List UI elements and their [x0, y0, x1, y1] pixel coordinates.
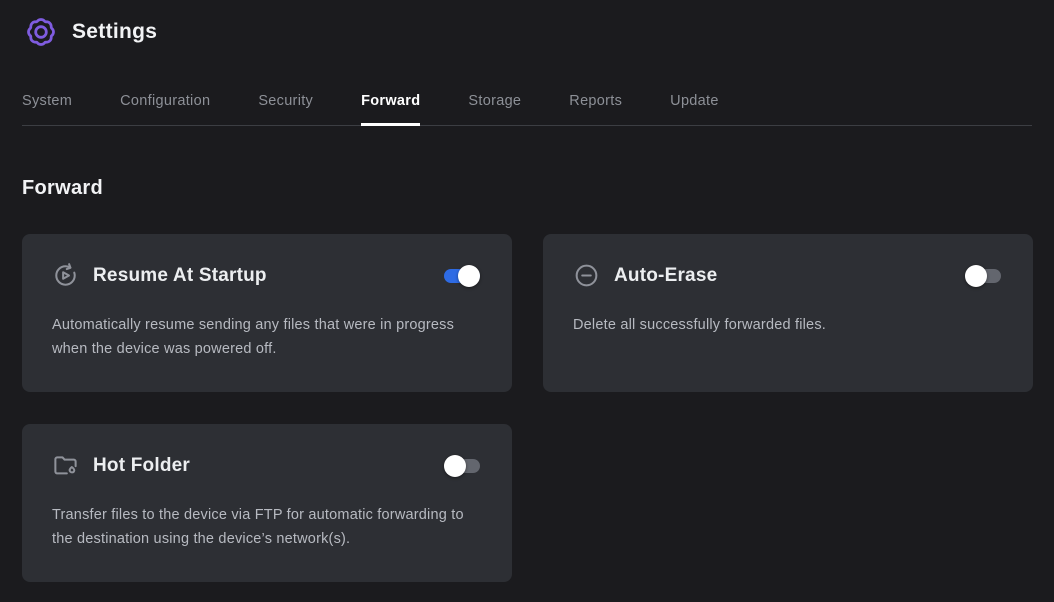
app-header: Settings: [0, 0, 1054, 49]
card-header: Auto-Erase: [573, 262, 1001, 289]
tab-storage[interactable]: Storage: [468, 93, 521, 125]
tab-system[interactable]: System: [22, 93, 72, 125]
toggle-knob: [444, 455, 466, 477]
card-title: Auto-Erase: [614, 265, 965, 287]
tab-configuration[interactable]: Configuration: [120, 93, 210, 125]
card-header: Hot Folder: [52, 452, 480, 479]
card-auto-erase: Auto-Erase Delete all successfully forwa…: [543, 234, 1033, 392]
card-title: Hot Folder: [93, 455, 444, 477]
tab-forward[interactable]: Forward: [361, 93, 420, 125]
auto-erase-toggle[interactable]: [965, 265, 1001, 287]
card-title: Resume At Startup: [93, 265, 444, 287]
minus-circle-icon: [573, 262, 600, 289]
settings-tab-bar: System Configuration Security Forward St…: [22, 93, 1032, 126]
app-title: Settings: [72, 20, 157, 44]
card-description: Delete all successfully forwarded files.: [573, 313, 1001, 337]
settings-gear-icon: [24, 15, 58, 49]
resume-at-startup-toggle[interactable]: [444, 265, 480, 287]
card-hot-folder: Hot Folder Transfer files to the device …: [22, 424, 512, 582]
tab-update[interactable]: Update: [670, 93, 719, 125]
section-title: Forward: [22, 177, 1032, 200]
resume-icon: [52, 262, 79, 289]
settings-app: Settings System Configuration Security F…: [0, 0, 1054, 582]
settings-cards: Resume At Startup Automatically resume s…: [22, 234, 1032, 582]
card-resume-at-startup: Resume At Startup Automatically resume s…: [22, 234, 512, 392]
toggle-knob: [458, 265, 480, 287]
hot-folder-icon: [52, 452, 79, 479]
card-description: Automatically resume sending any files t…: [52, 313, 480, 361]
card-header: Resume At Startup: [52, 262, 480, 289]
tab-reports[interactable]: Reports: [569, 93, 622, 125]
hot-folder-toggle[interactable]: [444, 455, 480, 477]
toggle-knob: [965, 265, 987, 287]
card-description: Transfer files to the device via FTP for…: [52, 503, 480, 551]
tab-security[interactable]: Security: [258, 93, 313, 125]
